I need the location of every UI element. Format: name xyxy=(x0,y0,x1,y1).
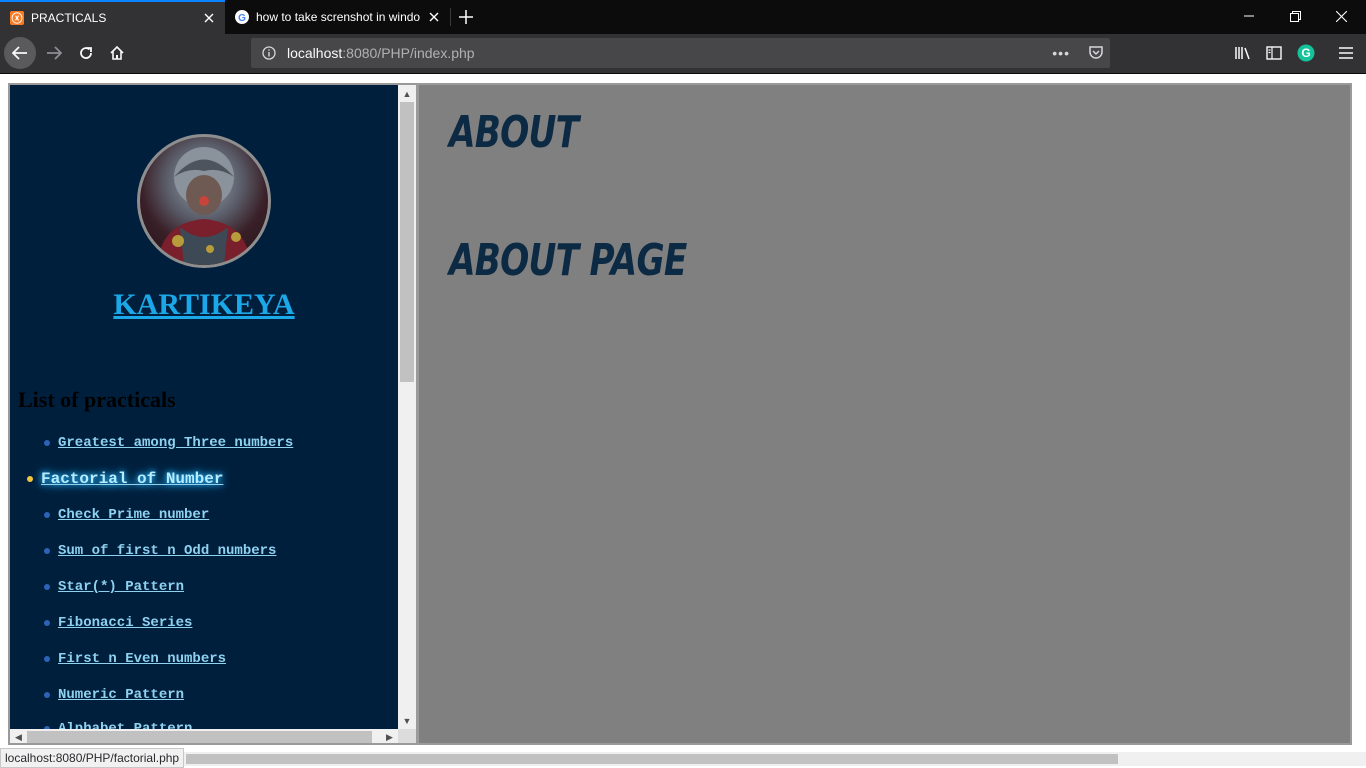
list-item: Check Prime number xyxy=(10,503,209,527)
avatar xyxy=(137,134,271,268)
navigation-toolbar: localhost:8080/PHP/index.php ••• G xyxy=(0,34,1366,74)
sidebar-frame: KARTIKEYA List of practicals Greatest am… xyxy=(8,83,418,745)
list-item: Numeric Pattern xyxy=(10,683,184,707)
practical-link[interactable]: Sum of first n Odd numbers xyxy=(58,543,276,559)
scrollbar-thumb[interactable] xyxy=(186,754,1118,764)
practical-link[interactable]: Fibonacci Series xyxy=(58,615,192,631)
scrollbar-corner xyxy=(398,729,416,743)
practicals-list-heading: List of practicals xyxy=(18,387,176,412)
bullet-icon xyxy=(44,512,50,518)
svg-text:ⓧ: ⓧ xyxy=(12,11,23,25)
list-item: Greatest among Three numbers xyxy=(10,431,293,455)
bullet-icon xyxy=(44,440,50,446)
bullet-icon xyxy=(27,476,33,482)
profile-name-link[interactable]: KARTIKEYA xyxy=(10,288,398,322)
forward-button[interactable] xyxy=(38,37,70,69)
list-item: Sum of first n Odd numbers xyxy=(10,539,276,563)
scroll-up-icon[interactable]: ▲ xyxy=(398,85,416,102)
list-item: Star(*) Pattern xyxy=(10,575,184,599)
main-frame: ABOUT ABOUT PAGE xyxy=(417,83,1352,745)
status-bar: localhost:8080/PHP/factorial.php xyxy=(0,748,185,768)
tab-title: how to take screnshot in windo xyxy=(256,10,421,24)
list-item: Fibonacci Series xyxy=(10,611,192,635)
list-item-active: Factorial of Number xyxy=(10,467,223,491)
page-subtitle: ABOUT PAGE xyxy=(449,235,687,286)
list-item: First n Even numbers xyxy=(10,647,226,671)
minimize-button[interactable] xyxy=(1226,0,1272,32)
tab-strip: ⓧ PRACTICALS G how to take screnshot in … xyxy=(0,0,1366,34)
address-bar[interactable]: localhost:8080/PHP/index.php ••• xyxy=(251,38,1110,68)
reload-button[interactable] xyxy=(70,37,102,69)
close-tab-icon[interactable] xyxy=(199,8,219,28)
scroll-down-icon[interactable]: ▼ xyxy=(398,712,416,729)
bullet-icon xyxy=(44,656,50,662)
page-actions-icon[interactable]: ••• xyxy=(1052,45,1070,61)
svg-text:G: G xyxy=(1301,46,1310,60)
page-content: KARTIKEYA List of practicals Greatest am… xyxy=(0,74,1366,748)
restore-button[interactable] xyxy=(1272,0,1318,32)
close-tab-icon[interactable] xyxy=(424,7,444,27)
svg-text:G: G xyxy=(238,13,246,24)
sidebar-scroll-area: KARTIKEYA List of practicals Greatest am… xyxy=(10,85,398,737)
practical-link[interactable]: First n Even numbers xyxy=(58,651,226,667)
home-button[interactable] xyxy=(101,37,133,69)
tab-practicals[interactable]: ⓧ PRACTICALS xyxy=(0,0,225,34)
close-window-button[interactable] xyxy=(1318,0,1364,32)
menu-icon[interactable] xyxy=(1330,37,1362,69)
scroll-left-icon[interactable]: ◀ xyxy=(10,729,27,743)
bullet-icon xyxy=(44,584,50,590)
page-title: ABOUT xyxy=(449,107,579,158)
google-icon: G xyxy=(234,9,250,25)
pocket-icon[interactable] xyxy=(1088,44,1104,63)
new-tab-button[interactable] xyxy=(452,2,480,32)
bullet-icon xyxy=(44,692,50,698)
scrollbar-thumb[interactable] xyxy=(27,731,372,743)
url-host: localhost xyxy=(287,45,343,61)
tab-screenshot-search[interactable]: G how to take screnshot in windo xyxy=(225,0,450,34)
scroll-right-icon[interactable]: ▶ xyxy=(381,729,398,743)
practical-link[interactable]: Numeric Pattern xyxy=(58,687,184,703)
sidebar-horizontal-scrollbar[interactable]: ◀ ▶ xyxy=(10,729,398,743)
url-text[interactable]: localhost:8080/PHP/index.php xyxy=(287,45,475,61)
bullet-icon xyxy=(44,548,50,554)
sidebar-toggle-icon[interactable] xyxy=(1258,37,1290,69)
tab-title: PRACTICALS xyxy=(31,11,107,25)
back-button[interactable] xyxy=(4,37,36,69)
practical-link[interactable]: Star(*) Pattern xyxy=(58,579,184,595)
url-path: :8080/PHP/index.php xyxy=(342,45,475,61)
bullet-icon xyxy=(44,620,50,626)
scrollbar-thumb[interactable] xyxy=(400,102,414,382)
sidebar-vertical-scrollbar[interactable]: ▲ ▼ xyxy=(398,85,416,729)
tab-separator xyxy=(450,8,451,26)
page-horizontal-scrollbar[interactable] xyxy=(184,752,1366,766)
practical-link[interactable]: Greatest among Three numbers xyxy=(58,435,293,451)
practical-link[interactable]: Factorial of Number xyxy=(41,470,223,488)
practical-link[interactable]: Check Prime number xyxy=(58,507,209,523)
library-icon[interactable] xyxy=(1227,37,1259,69)
xampp-icon: ⓧ xyxy=(9,10,25,26)
grammarly-icon[interactable]: G xyxy=(1290,37,1322,69)
site-info-icon[interactable] xyxy=(255,46,283,60)
